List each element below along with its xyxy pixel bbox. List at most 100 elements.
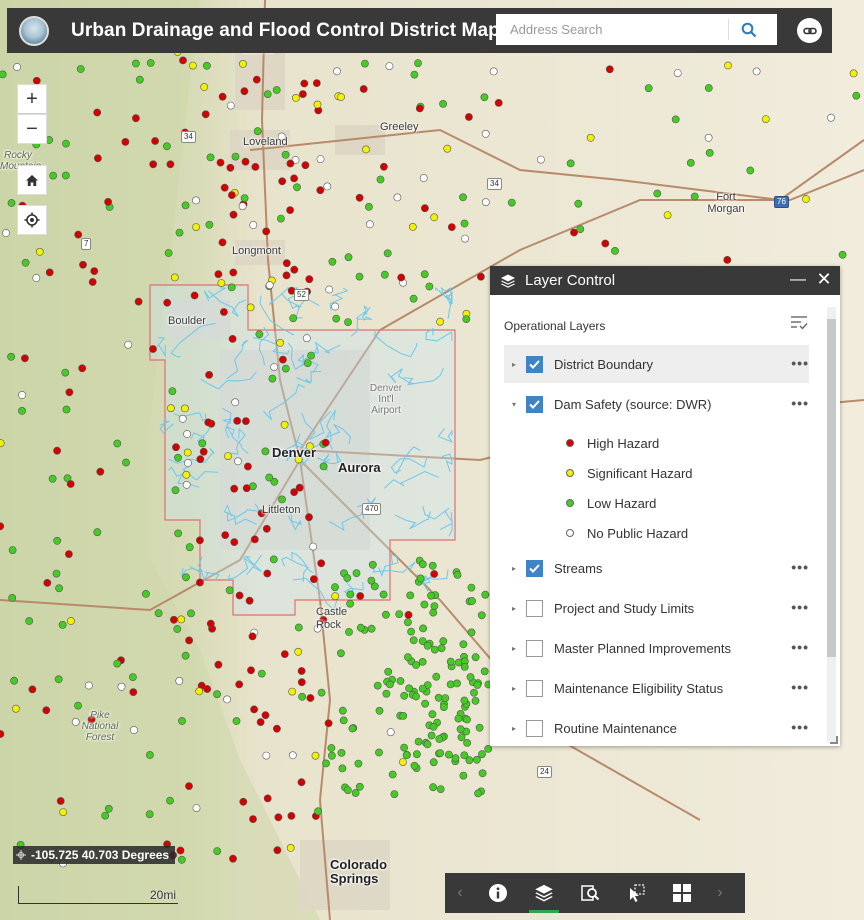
dam-point xyxy=(471,697,480,705)
scrollbar-thumb[interactable] xyxy=(827,319,836,657)
dam-point xyxy=(122,458,130,467)
dam-point xyxy=(838,250,847,259)
layer-checkbox[interactable] xyxy=(526,395,543,413)
dam-point xyxy=(322,759,330,768)
dam-point xyxy=(316,155,325,163)
dam-point xyxy=(151,137,159,145)
dam-point xyxy=(93,108,102,117)
share-link-button[interactable] xyxy=(797,18,822,43)
dam-point xyxy=(188,61,197,70)
dam-point xyxy=(53,536,62,545)
expand-icon[interactable]: ▸ xyxy=(508,360,520,369)
coordinate-readout[interactable]: -105.725 40.703 Degrees xyxy=(13,846,176,864)
dam-point xyxy=(232,717,241,725)
more-options-icon[interactable]: ••• xyxy=(791,719,809,735)
more-options-icon[interactable]: ••• xyxy=(791,679,809,695)
legend-item: Significant Hazard xyxy=(566,460,693,486)
dam-point xyxy=(78,364,87,373)
more-options-icon[interactable]: ••• xyxy=(791,639,809,655)
minimize-button[interactable]: — xyxy=(790,271,806,289)
dam-point xyxy=(383,249,392,258)
dam-point xyxy=(457,733,466,742)
layer-row-dam-safety[interactable]: ▾ Dam Safety (source: DWR) ••• xyxy=(504,385,809,423)
widgets-tool-button[interactable] xyxy=(659,873,705,913)
toolbar-next-button[interactable]: › xyxy=(705,873,735,913)
search-icon xyxy=(741,22,757,37)
dam-point xyxy=(224,452,232,460)
dam-point xyxy=(301,161,310,170)
dam-point xyxy=(8,594,17,602)
dam-point xyxy=(242,484,251,493)
dam-point xyxy=(74,230,83,239)
dam-point xyxy=(364,202,373,211)
layer-options-button[interactable] xyxy=(790,315,808,336)
dam-point xyxy=(278,177,287,186)
collapse-icon[interactable]: ▾ xyxy=(508,400,520,409)
dam-point xyxy=(430,570,439,578)
dam-point xyxy=(436,317,444,326)
search-button[interactable] xyxy=(729,14,769,45)
more-options-icon[interactable]: ••• xyxy=(791,355,809,371)
home-button[interactable] xyxy=(17,165,47,195)
dam-point xyxy=(368,560,377,569)
layer-checkbox[interactable] xyxy=(526,639,543,657)
close-button[interactable]: ✕ xyxy=(816,269,832,290)
checklist-icon xyxy=(791,316,808,330)
dam-point xyxy=(402,751,411,759)
layer-row-routine-maintenance[interactable]: ▸ Routine Maintenance ••• xyxy=(504,709,809,746)
dam-point xyxy=(463,715,471,724)
resize-handle[interactable] xyxy=(830,736,838,744)
layer-checkbox[interactable] xyxy=(526,679,543,697)
expand-icon[interactable]: ▸ xyxy=(508,564,520,573)
dam-point xyxy=(802,195,810,203)
dam-point xyxy=(576,225,585,233)
dam-point xyxy=(162,142,171,151)
dam-point xyxy=(376,175,385,184)
query-tool-button[interactable] xyxy=(567,873,613,913)
select-tool-button[interactable] xyxy=(613,873,659,913)
dam-point xyxy=(250,535,259,544)
layer-checkbox[interactable] xyxy=(526,559,543,577)
about-tool-button[interactable] xyxy=(475,873,521,913)
more-options-icon[interactable]: ••• xyxy=(791,395,809,411)
dam-point xyxy=(213,690,221,699)
expand-icon[interactable]: ▸ xyxy=(508,724,520,733)
expand-icon[interactable]: ▸ xyxy=(508,604,520,613)
layer-checkbox[interactable] xyxy=(526,719,543,737)
layer-checkbox[interactable] xyxy=(526,355,543,373)
district-logo xyxy=(19,15,49,46)
dam-point xyxy=(306,694,315,702)
dam-point xyxy=(76,65,85,73)
dam-point xyxy=(343,574,352,582)
expand-icon[interactable]: ▸ xyxy=(508,684,520,693)
dam-point xyxy=(412,750,421,759)
zoom-in-button[interactable]: + xyxy=(17,84,47,114)
dam-point xyxy=(175,677,184,685)
layer-checkbox[interactable] xyxy=(526,599,543,617)
dam-point xyxy=(174,529,182,538)
layer-row-district-boundary[interactable]: ▸ District Boundary ••• xyxy=(504,345,809,383)
dam-point xyxy=(481,198,490,207)
zoom-out-button[interactable]: − xyxy=(17,114,47,144)
more-options-icon[interactable]: ••• xyxy=(791,599,809,615)
dam-point xyxy=(327,744,336,752)
dam-point xyxy=(338,764,347,773)
layer-row-master-planned-improvements[interactable]: ▸ Master Planned Improvements ••• xyxy=(504,629,809,667)
layer-row-maintenance-eligibility[interactable]: ▸ Maintenance Eligibility Status ••• xyxy=(504,669,809,707)
my-location-button[interactable] xyxy=(17,205,47,235)
dam-point xyxy=(298,90,307,98)
dam-point xyxy=(478,769,487,778)
dam-point xyxy=(182,573,190,582)
dam-point xyxy=(434,693,443,702)
dam-point xyxy=(704,84,713,92)
toolbar-previous-button[interactable]: ‹ xyxy=(445,873,475,913)
dam-point xyxy=(456,725,465,734)
expand-icon[interactable]: ▸ xyxy=(508,644,520,653)
dam-point xyxy=(343,786,352,794)
address-search-input[interactable] xyxy=(496,15,728,44)
layer-row-streams[interactable]: ▸ Streams ••• xyxy=(504,549,809,587)
layer-row-project-study-limits[interactable]: ▸ Project and Study Limits ••• xyxy=(504,589,809,627)
more-options-icon[interactable]: ••• xyxy=(791,559,809,575)
layers-tool-button[interactable] xyxy=(521,873,567,913)
dam-point xyxy=(146,59,155,67)
